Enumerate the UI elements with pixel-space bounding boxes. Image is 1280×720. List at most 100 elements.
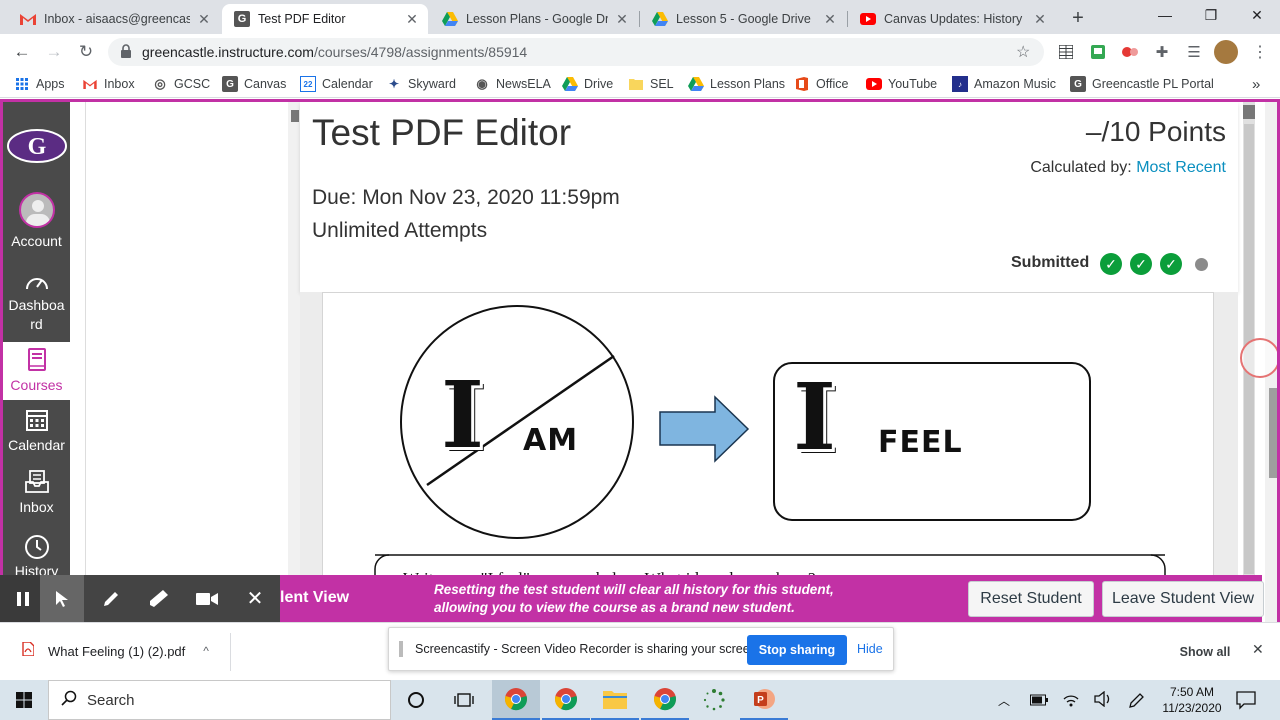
- bookmark-drive[interactable]: Drive: [562, 76, 613, 92]
- camera-icon[interactable]: [184, 575, 230, 622]
- tab-canvas-updates[interactable]: Canvas Updates: History an ✕: [848, 4, 1056, 34]
- chrome-taskbar-icon[interactable]: [542, 680, 590, 720]
- star-icon[interactable]: ☆: [1016, 42, 1030, 62]
- file-explorer-icon[interactable]: [591, 680, 639, 720]
- show-all-button[interactable]: Show all: [1166, 637, 1244, 667]
- chevron-up-icon[interactable]: ^: [203, 644, 209, 658]
- chrome-taskbar-icon[interactable]: [492, 680, 540, 720]
- annotation-toolbar: ✕: [0, 575, 280, 622]
- leave-student-view-button[interactable]: Leave Student View: [1102, 581, 1264, 617]
- bookmark-calendar[interactable]: 22 Calendar: [300, 76, 373, 92]
- url-path: /courses/4798/assignments/85914: [313, 44, 528, 60]
- nav-account[interactable]: Account: [3, 192, 70, 251]
- nav-inbox[interactable]: Inbox: [3, 470, 70, 517]
- classroom-extension-icon[interactable]: [1088, 42, 1108, 62]
- bookmark-youtube[interactable]: YouTube: [866, 76, 937, 92]
- pen-workspace-icon[interactable]: [1128, 691, 1146, 714]
- most-recent-link[interactable]: Most Recent: [1136, 159, 1226, 176]
- windows-start-icon[interactable]: [0, 680, 48, 720]
- new-tab-button[interactable]: +: [1066, 6, 1090, 30]
- volume-icon[interactable]: [1094, 690, 1112, 712]
- menu-dots-icon[interactable]: ⋮: [1250, 42, 1270, 62]
- bookmark-gcsc[interactable]: ◎ GCSC: [152, 76, 210, 92]
- close-icon[interactable]: ✕: [232, 575, 278, 622]
- hide-button[interactable]: Hide: [857, 642, 883, 656]
- download-filename: What Feeling (1) (2).pdf: [48, 643, 186, 659]
- canvas-icon: G: [234, 11, 250, 27]
- nav-courses[interactable]: Courses: [3, 342, 70, 400]
- cursor-icon[interactable]: [40, 575, 84, 622]
- pdf-file-icon: [22, 640, 35, 661]
- notifications-icon[interactable]: [1236, 690, 1256, 715]
- bookmark-lesson-plans[interactable]: Lesson Plans: [688, 76, 785, 92]
- battery-icon[interactable]: [1030, 693, 1048, 711]
- tab-inbox[interactable]: Inbox - aisaacs@greencastle ✕: [8, 4, 220, 34]
- loading-app-icon[interactable]: [690, 680, 738, 720]
- screencastify-icon[interactable]: [1120, 42, 1140, 62]
- extension-grid-icon[interactable]: [1056, 42, 1076, 62]
- pending-step-icon: [1190, 253, 1212, 275]
- close-window-button[interactable]: ✕: [1234, 0, 1280, 30]
- nav-history[interactable]: History: [3, 534, 70, 581]
- page-scroll-thumb[interactable]: [1269, 388, 1277, 478]
- forward-button[interactable]: →: [42, 40, 66, 64]
- bookmark-amazon-music[interactable]: ♪ Amazon Music: [952, 76, 1056, 92]
- minimize-button[interactable]: —: [1142, 0, 1188, 30]
- bookmark-sel[interactable]: SEL: [628, 76, 674, 92]
- close-icon[interactable]: ✕: [822, 11, 838, 28]
- close-icon[interactable]: ✕: [1032, 11, 1048, 28]
- close-icon[interactable]: ✕: [404, 11, 420, 28]
- reload-button[interactable]: ↻: [74, 40, 98, 64]
- more-bookmarks-button[interactable]: »: [1252, 76, 1260, 93]
- url-text: greencastle.instructure.com/courses/4798…: [142, 44, 527, 60]
- courses-icon: [3, 348, 70, 372]
- taskbar-search-box[interactable]: Search: [48, 680, 391, 720]
- profile-avatar[interactable]: [1214, 40, 1238, 64]
- highlighter-icon[interactable]: [136, 575, 182, 622]
- pdf-scroll-up[interactable]: [1243, 105, 1255, 119]
- bookmark-apps[interactable]: Apps: [14, 76, 65, 92]
- close-downloads-icon[interactable]: ✕: [1252, 641, 1264, 658]
- tab-lesson-5[interactable]: Lesson 5 - Google Drive ✕: [640, 4, 846, 34]
- reset-student-button[interactable]: Reset Student: [968, 581, 1094, 617]
- powerpoint-icon[interactable]: P: [740, 680, 788, 720]
- content-scrollbar[interactable]: [288, 102, 300, 579]
- maximize-button[interactable]: ❐: [1188, 0, 1234, 30]
- close-icon[interactable]: ✕: [614, 11, 630, 28]
- school-logo[interactable]: G: [7, 128, 67, 164]
- nav-dashboard[interactable]: Dashboa rd: [3, 272, 70, 334]
- attempts-text: Unlimited Attempts: [312, 219, 488, 242]
- google-drive-icon: [652, 11, 668, 27]
- stop-sharing-button[interactable]: Stop sharing: [747, 635, 847, 665]
- download-item[interactable]: What Feeling (1) (2).pdf ^: [8, 631, 230, 671]
- search-placeholder: Search: [87, 691, 135, 709]
- address-bar[interactable]: greencastle.instructure.com/courses/4798…: [108, 38, 1044, 66]
- inbox-icon: [3, 470, 70, 496]
- bookmark-canvas[interactable]: G Canvas: [222, 76, 286, 92]
- cortana-icon[interactable]: [392, 680, 440, 720]
- drag-handle-icon[interactable]: [399, 641, 403, 657]
- close-icon[interactable]: ✕: [196, 11, 212, 28]
- reading-list-icon[interactable]: ☰: [1184, 42, 1204, 62]
- dashboard-icon: [3, 272, 70, 294]
- clock[interactable]: 7:50 AM 11/23/2020: [1156, 684, 1228, 716]
- pdf-page: I AM I FEEL Write your "I feel" message …: [322, 292, 1214, 593]
- bookmark-greencastle-pl[interactable]: G Greencastle PL Portal: [1070, 76, 1214, 92]
- chrome-taskbar-icon[interactable]: [641, 680, 689, 720]
- bookmark-newsela[interactable]: ◉ NewsELA: [474, 76, 551, 92]
- nav-label: Courses: [10, 377, 63, 393]
- task-view-icon[interactable]: [440, 680, 488, 720]
- pen-icon[interactable]: [88, 575, 134, 622]
- tab-lesson-plans[interactable]: Lesson Plans - Google Drive ✕: [430, 4, 638, 34]
- wifi-icon[interactable]: [1062, 691, 1080, 712]
- nav-calendar[interactable]: Calendar: [3, 408, 70, 455]
- extensions-puzzle-icon[interactable]: ✚: [1152, 42, 1172, 62]
- bookmark-inbox[interactable]: Inbox: [82, 76, 135, 92]
- content-scroll-thumb[interactable]: [291, 110, 299, 122]
- back-button[interactable]: ←: [10, 40, 34, 64]
- chevron-up-icon[interactable]: ︿: [998, 692, 1010, 709]
- tab-test-pdf-editor[interactable]: G Test PDF Editor ✕: [222, 4, 428, 34]
- tab-title: Lesson Plans - Google Drive: [466, 12, 608, 26]
- bookmark-skyward[interactable]: ✦ Skyward: [386, 76, 456, 92]
- bookmark-office[interactable]: Office: [794, 76, 848, 92]
